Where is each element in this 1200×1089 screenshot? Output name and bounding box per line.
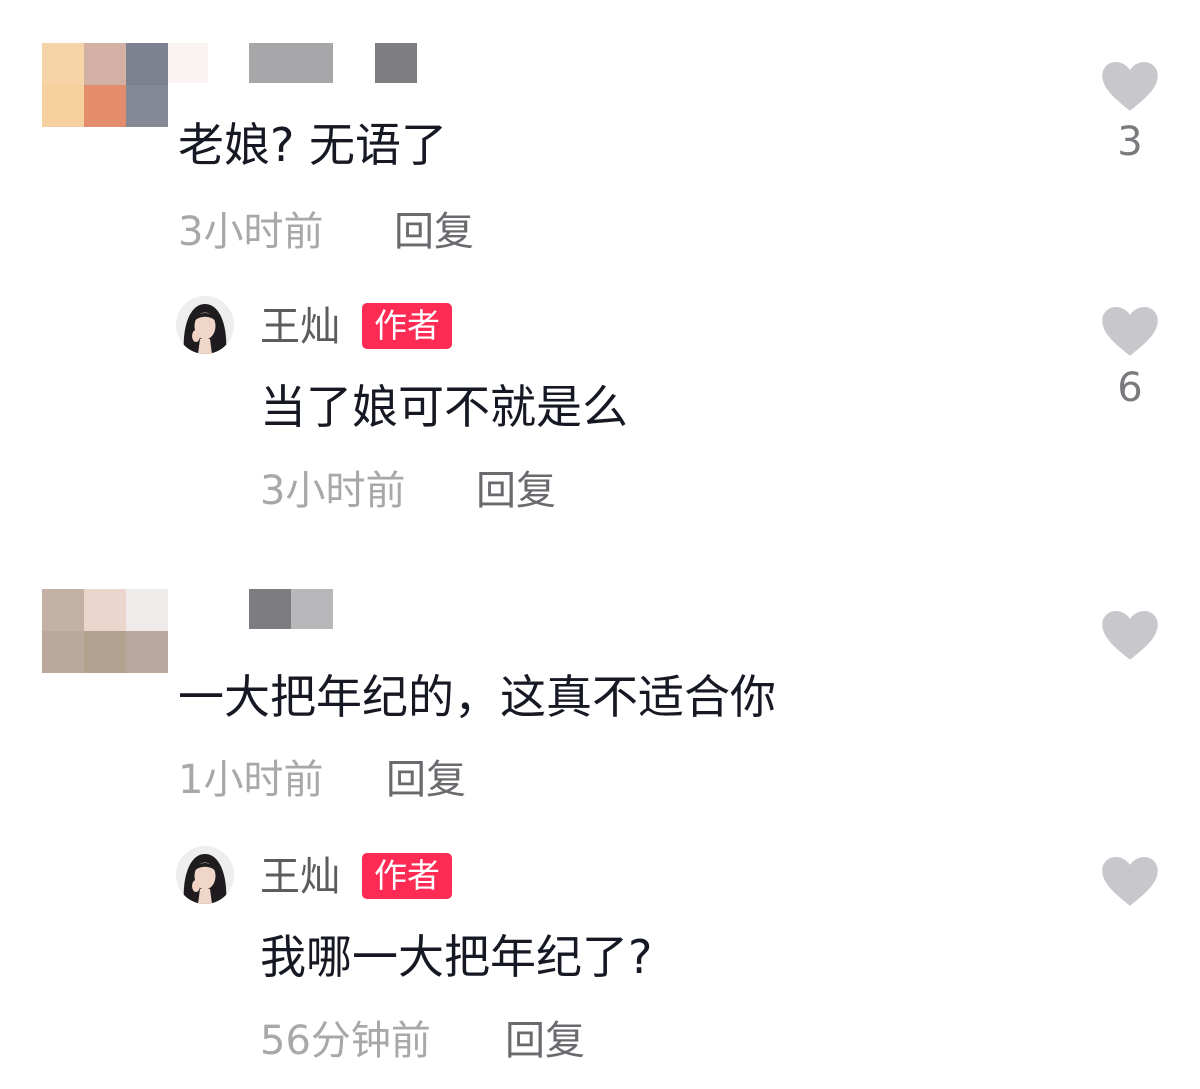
reply-text: 当了娘可不就是么 [260,380,628,434]
reply-button[interactable]: 回复 [476,471,556,511]
avatar[interactable] [42,589,168,673]
heart-icon [1102,61,1158,111]
like-button[interactable] [1100,305,1160,357]
author-avatar-image [176,846,234,904]
like-button[interactable] [1100,60,1160,112]
reply-button[interactable]: 回复 [505,1021,585,1061]
comment-time: 3小时前 [178,209,324,255]
like-button[interactable] [1100,609,1160,661]
username-obscured[interactable] [249,43,333,83]
heart-icon [1102,856,1158,906]
reply-time: 56分钟前 [260,1018,431,1064]
username[interactable]: 王灿 [260,857,340,897]
heart-icon [1102,306,1158,356]
avatar[interactable] [176,846,234,904]
author-avatar-image [176,296,234,354]
like-button[interactable] [1100,855,1160,907]
comment-text: 老娘? 无语了 [178,118,448,172]
reply-time: 3小时前 [260,468,406,514]
username-obscured-part [291,589,333,629]
avatar[interactable] [176,296,234,354]
comment-text: 一大把年纪的，这真不适合你 [178,670,776,724]
reply-button[interactable]: 回复 [386,760,466,800]
blurred-fade [168,43,208,83]
comment-time: 1小时前 [178,757,324,803]
like-count: 6 [1117,365,1143,411]
username-obscured[interactable] [249,589,291,629]
username[interactable]: 王灿 [260,307,340,347]
avatar[interactable] [42,43,168,127]
like-count: 3 [1117,119,1143,165]
username-obscured-part [375,43,417,83]
author-badge: 作者 [362,303,452,349]
heart-icon [1102,610,1158,660]
reply-button[interactable]: 回复 [394,212,474,252]
author-badge: 作者 [362,853,452,899]
reply-text: 我哪一大把年纪了? [260,930,653,984]
